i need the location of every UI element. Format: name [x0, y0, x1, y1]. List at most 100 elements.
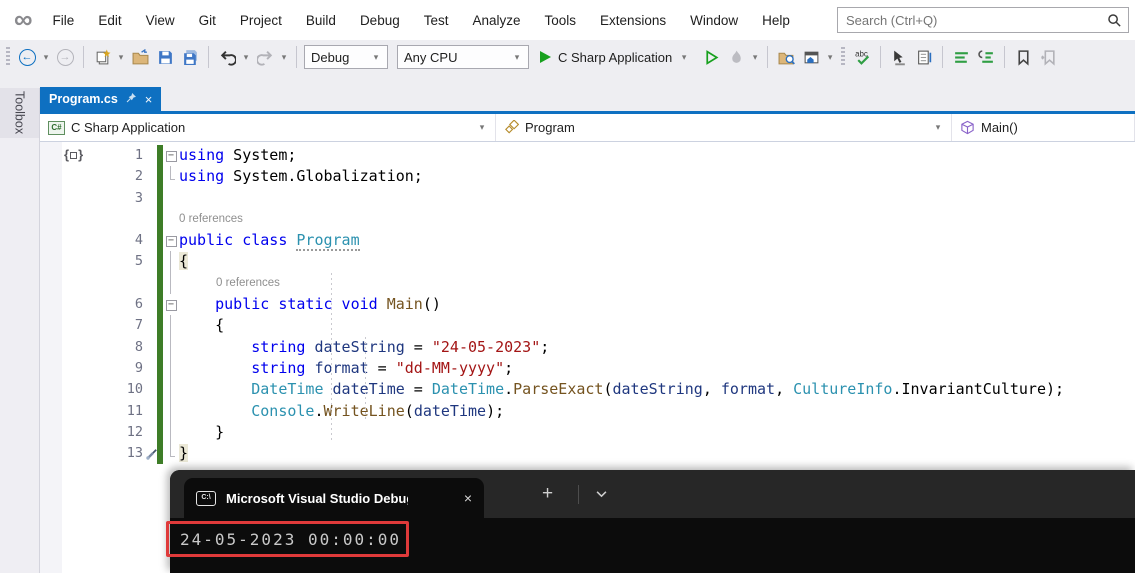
- close-tab-icon[interactable]: ×: [145, 92, 153, 107]
- line-number: 11: [126, 402, 143, 419]
- code-line[interactable]: 13}: [40, 443, 1135, 465]
- menu-item-build[interactable]: Build: [294, 8, 348, 33]
- menu-item-window[interactable]: Window: [678, 8, 750, 33]
- code-line[interactable]: 5{: [40, 251, 1135, 274]
- format-selection-icon[interactable]: [975, 45, 997, 69]
- line-number: 3: [134, 189, 143, 206]
- menu-item-edit[interactable]: Edit: [86, 8, 133, 33]
- line-number: 1: [134, 147, 143, 163]
- code-text: string format = "dd-MM-yyyy";: [251, 358, 514, 377]
- chevron-down-icon: ▾: [935, 122, 941, 132]
- bookmark-icon[interactable]: [1012, 45, 1034, 69]
- new-project-icon[interactable]: [91, 45, 113, 69]
- menu-item-test[interactable]: Test: [412, 8, 461, 33]
- search-box[interactable]: [837, 7, 1129, 33]
- save-all-icon[interactable]: [179, 45, 201, 69]
- solution-configuration-select[interactable]: Debug ▾: [304, 45, 388, 69]
- indent-guide: [331, 273, 332, 443]
- menu-item-help[interactable]: Help: [750, 8, 802, 33]
- code-line[interactable]: 11 Console.WriteLine(dateTime);: [40, 400, 1135, 423]
- solution-platform-select[interactable]: Any CPU ▾: [397, 45, 529, 69]
- terminal-bar-divider: [578, 485, 579, 504]
- toolbox-tab[interactable]: Toolbox: [0, 88, 39, 138]
- code-line[interactable]: 7 {: [40, 315, 1135, 337]
- terminal-tab[interactable]: C:\ Microsoft Visual Studio Debug ×: [184, 478, 484, 518]
- line-number: 5: [134, 253, 143, 270]
- fold-toggle-icon[interactable]: [163, 145, 179, 166]
- start-debugging-button[interactable]: C Sharp Application ▾: [532, 44, 697, 70]
- redo-icon: [254, 45, 276, 69]
- fold-guide: [163, 336, 179, 359]
- code-line[interactable]: 1 using System;: [40, 145, 1135, 167]
- pin-icon[interactable]: [126, 92, 137, 106]
- code-line[interactable]: 8 string dateString = "24-05-2023";: [40, 336, 1135, 359]
- start-dropdown[interactable]: ▾: [679, 52, 689, 63]
- close-terminal-tab-icon[interactable]: ×: [464, 490, 472, 506]
- line-number: [40, 209, 157, 230]
- code-line[interactable]: 6 public static void Main(): [40, 294, 1135, 316]
- redo-dropdown: ▾: [281, 51, 287, 62]
- terminal-tab-title: Microsoft Visual Studio Debug: [226, 490, 408, 506]
- code-line[interactable]: 2 using System.Globalization;: [40, 166, 1135, 188]
- menu-item-analyze[interactable]: Analyze: [461, 8, 533, 33]
- line-number: 12: [126, 423, 143, 440]
- line-number: [40, 273, 157, 294]
- navigate-back-dropdown[interactable]: ▾: [41, 52, 51, 63]
- start-without-debugging-icon[interactable]: [700, 45, 722, 69]
- fold-guide: [163, 188, 179, 209]
- fold-toggle-icon[interactable]: [163, 294, 179, 315]
- menu-item-file[interactable]: File: [41, 8, 87, 33]
- cmd-icon: C:\: [196, 490, 216, 506]
- type-dropdown[interactable]: Program ▾: [496, 114, 952, 141]
- menu-item-project[interactable]: Project: [228, 8, 294, 33]
- code-line[interactable]: 10 DateTime dateTime = DateTime.ParseExa…: [40, 379, 1135, 401]
- code-line[interactable]: 12 }: [40, 421, 1135, 444]
- new-terminal-tab-button[interactable]: +: [542, 470, 553, 518]
- menu-bar-items: File Edit View Git Project Build Debug Test Anal…: [41, 8, 802, 33]
- editor-cursor-icon[interactable]: [888, 45, 910, 69]
- menu-item-debug[interactable]: Debug: [348, 8, 412, 33]
- save-icon[interactable]: [154, 45, 176, 69]
- menu-item-git[interactable]: Git: [187, 8, 228, 33]
- hot-reload-icon: [725, 45, 747, 69]
- fold-guide: [163, 251, 179, 274]
- csharp-project-icon: C#: [48, 120, 65, 135]
- project-dropdown[interactable]: C# C Sharp Application ▾: [40, 114, 496, 141]
- navigate-back-icon[interactable]: ←: [16, 45, 38, 69]
- menu-item-extensions[interactable]: Extensions: [588, 8, 678, 33]
- toolbar-grip-2[interactable]: [841, 47, 846, 67]
- new-project-dropdown[interactable]: ▾: [116, 52, 126, 63]
- fold-guide: [163, 166, 179, 187]
- undo-icon[interactable]: [216, 45, 238, 69]
- code-line[interactable]: 9 string format = "dd-MM-yyyy";: [40, 357, 1135, 380]
- line-number: 2: [134, 168, 143, 185]
- open-file-icon[interactable]: [129, 45, 151, 69]
- previous-bookmark-icon: [1037, 45, 1059, 69]
- terminal-dropdown-icon[interactable]: [596, 470, 607, 518]
- solution-explorer-icon[interactable]: [800, 45, 822, 69]
- line-number: 10: [126, 381, 143, 398]
- code-line[interactable]: 4 public class Program: [40, 230, 1135, 252]
- toolbar-grip[interactable]: [6, 47, 10, 67]
- solution-explorer-dropdown[interactable]: ▾: [825, 52, 835, 63]
- member-dropdown[interactable]: Main(): [952, 114, 1135, 141]
- search-input[interactable]: [838, 12, 1107, 28]
- fold-toggle-icon[interactable]: [163, 230, 179, 251]
- format-document-icon[interactable]: [950, 45, 972, 69]
- code-line[interactable]: 3: [40, 187, 1135, 209]
- line-structure-icon[interactable]: [913, 45, 935, 69]
- undo-dropdown[interactable]: ▾: [241, 52, 251, 63]
- code-text: using System.Globalization;: [179, 167, 423, 186]
- codelens-references: 0 references: [216, 276, 280, 289]
- tab-program-cs[interactable]: Program.cs ×: [40, 87, 162, 111]
- spell-check-icon[interactable]: abc: [851, 45, 873, 69]
- codelens-row[interactable]: 0 references: [40, 208, 1135, 231]
- codelens-row[interactable]: 0 references: [40, 272, 1135, 295]
- standard-toolbar: ← ▾ → ▾ ▾ ▾ Debug ▾ Any CPU ▾ C Sharp Appl…: [0, 40, 1135, 74]
- code-text: Console.WriteLine(dateTime);: [251, 401, 505, 420]
- code-text: public class Program: [179, 231, 360, 252]
- line-number: 6: [134, 296, 143, 313]
- find-in-files-icon[interactable]: [775, 45, 797, 69]
- menu-item-tools[interactable]: Tools: [533, 8, 589, 33]
- menu-item-view[interactable]: View: [134, 8, 187, 33]
